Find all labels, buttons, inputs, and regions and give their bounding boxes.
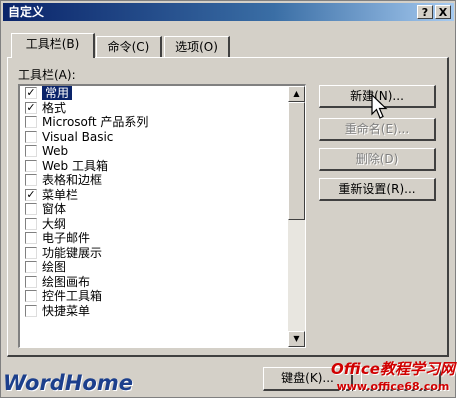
list-item-label: 快捷菜单	[42, 303, 91, 318]
rename-button[interactable]: 重命名(E)...	[319, 118, 436, 141]
checkbox-icon[interactable]	[25, 246, 37, 259]
toolbars-listbox[interactable]: ✓ 常用 ✓ 格式 Microsoft 产品系列 Visual Basic Web Web 工…	[18, 84, 306, 348]
checkbox-icon[interactable]	[25, 130, 37, 143]
list-item[interactable]: 快捷菜单	[20, 304, 288, 319]
customize-dialog: 自定义 ? X 工具栏(B) 命令(C) 选项(O) 工具栏(A): ✓ 常用 ✓ 格…	[0, 0, 456, 398]
checkbox-icon[interactable]	[25, 304, 37, 317]
checkbox-icon[interactable]	[25, 275, 37, 288]
list-item[interactable]: 电子邮件	[20, 231, 288, 246]
list-item[interactable]: Microsoft 产品系列	[20, 115, 288, 130]
list-item[interactable]: 绘图画布	[20, 275, 288, 290]
reset-button[interactable]: 重新设置(R)...	[319, 178, 436, 201]
window-title: 自定义	[8, 5, 45, 19]
checkbox-icon[interactable]	[25, 145, 37, 157]
checkbox-icon[interactable]	[25, 217, 37, 230]
list-item-label: Visual Basic	[42, 129, 114, 144]
list-item[interactable]: ✓ 常用	[20, 86, 288, 101]
list-item-label: Web 工具箱	[42, 158, 108, 173]
checkbox-checked-icon[interactable]: ✓	[25, 188, 37, 201]
list-item-label: 窗体	[42, 202, 67, 216]
list-item[interactable]: 大纲	[20, 217, 288, 232]
list-item-label: 电子邮件	[42, 231, 91, 245]
list-item[interactable]: Web	[20, 144, 288, 159]
help-button[interactable]: ?	[417, 5, 433, 19]
checkbox-icon[interactable]	[25, 261, 37, 273]
checkbox-icon[interactable]	[25, 290, 37, 302]
tab-options[interactable]: 选项(O)	[164, 36, 230, 58]
list-item-label: 功能键展示	[42, 245, 103, 260]
list-item-label: Microsoft 产品系列	[42, 115, 149, 129]
checkbox-icon[interactable]	[25, 203, 37, 215]
close-window-button[interactable]: X	[435, 5, 451, 19]
list-item-label: 常用	[42, 86, 73, 100]
scroll-down-icon[interactable]: ▼	[288, 331, 305, 347]
list-item[interactable]: ✓ 格式	[20, 101, 288, 116]
list-item-label: 绘图画布	[42, 274, 91, 289]
tab-commands[interactable]: 命令(C)	[96, 36, 162, 58]
list-item[interactable]: Visual Basic	[20, 130, 288, 145]
list-item[interactable]: ✓ 菜单栏	[20, 188, 288, 203]
list-item-label: 控件工具箱	[42, 289, 103, 303]
list-item[interactable]: 功能键展示	[20, 246, 288, 261]
checkbox-checked-icon[interactable]: ✓	[25, 101, 37, 114]
checkbox-icon[interactable]	[25, 116, 37, 128]
list-item[interactable]: 绘图	[20, 260, 288, 275]
wordhome-watermark: WordHome	[3, 371, 133, 395]
delete-button[interactable]: 删除(D)	[319, 148, 436, 171]
list-item[interactable]: 表格和边框	[20, 173, 288, 188]
tab-toolbars[interactable]: 工具栏(B)	[11, 33, 95, 58]
vertical-scrollbar[interactable]: ▲ ▼	[288, 86, 305, 347]
list-item[interactable]: 控件工具箱	[20, 289, 288, 304]
checkbox-checked-icon[interactable]: ✓	[25, 87, 37, 99]
watermark-url: www.office68.com	[336, 380, 450, 393]
list-item-label: 菜单栏	[42, 187, 79, 202]
toolbars-list-label: 工具栏(A):	[18, 68, 76, 82]
office68-watermark: Office教程学习网 www.office68.com	[330, 361, 456, 395]
scroll-thumb[interactable]	[288, 102, 305, 220]
title-bar: 自定义 ? X	[3, 3, 454, 21]
watermark-title: Office教程学习网	[331, 360, 455, 378]
list-item-label: 大纲	[42, 216, 67, 231]
checkbox-icon[interactable]	[25, 159, 37, 172]
list-item[interactable]: 窗体	[20, 202, 288, 217]
list-item-label: 绘图	[42, 260, 67, 274]
list-item-label: Web	[42, 144, 69, 158]
list-item-label: 表格和边框	[42, 173, 103, 187]
checkbox-icon[interactable]	[25, 174, 37, 186]
toolbars-list: ✓ 常用 ✓ 格式 Microsoft 产品系列 Visual Basic Web Web 工…	[20, 86, 288, 318]
scroll-up-icon[interactable]: ▲	[288, 86, 305, 102]
list-item-label: 格式	[42, 100, 67, 115]
list-item[interactable]: Web 工具箱	[20, 159, 288, 174]
checkbox-icon[interactable]	[25, 232, 37, 244]
mouse-pointer-icon	[371, 94, 388, 119]
